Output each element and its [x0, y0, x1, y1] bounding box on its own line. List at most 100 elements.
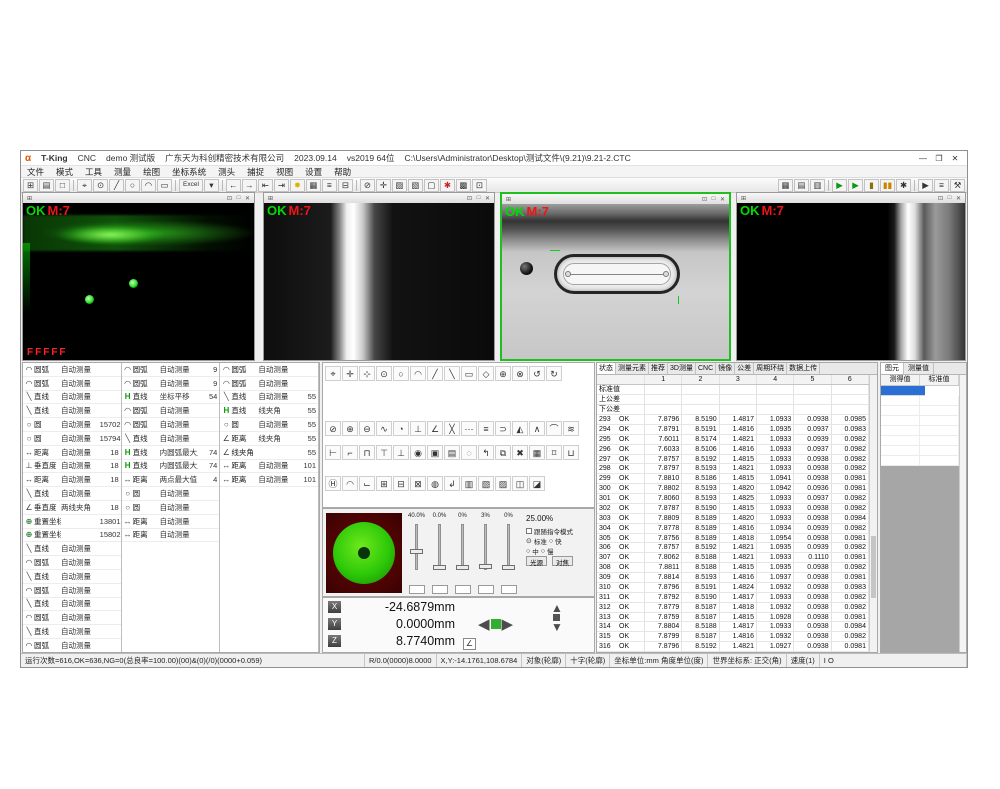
palette-tool[interactable]: ◪: [529, 476, 545, 491]
table-row[interactable]: 299OK7.88108.51861.48151.09410.09380.098…: [597, 474, 869, 484]
palette-tool[interactable]: ◇: [478, 366, 494, 381]
palette-tool[interactable]: ⌒: [546, 421, 562, 436]
palette-tool[interactable]: ⌙: [359, 476, 375, 491]
element-panel-row[interactable]: [881, 426, 959, 436]
table-row[interactable]: 314OK7.88048.51881.48171.09330.09380.098…: [597, 622, 869, 632]
zoom-fit-icon[interactable]: ⊡: [700, 196, 709, 203]
zoom-fit-icon[interactable]: ⊡: [936, 195, 945, 202]
palette-tool[interactable]: ↲: [444, 476, 460, 491]
table-tab-5[interactable]: 镜像: [716, 363, 735, 374]
slider-input[interactable]: [478, 585, 494, 594]
zoom-fit-icon[interactable]: ⊡: [465, 195, 474, 202]
panel-menu-icon[interactable]: ⊞: [25, 195, 34, 202]
measurement-list-item[interactable]: ◠圆弧自动测量: [23, 584, 121, 598]
table-row[interactable]: 298OK7.87978.51931.48211.09330.09380.098…: [597, 464, 869, 474]
table-row[interactable]: 296OK7.60338.51061.48161.09330.09370.098…: [597, 445, 869, 455]
camera-panel-3-selected[interactable]: ⊞ ⊡ □ ✕ OKM:7: [500, 192, 731, 361]
camera-panel-4[interactable]: ⊞ ⊡ □ ✕ OKM:7: [736, 192, 966, 361]
palette-tool[interactable]: ⊥: [393, 445, 409, 460]
palette-tool[interactable]: ○: [393, 366, 409, 381]
jog-slider-4[interactable]: 0%: [497, 512, 520, 596]
measurement-list-item[interactable]: ╲直线自动测量: [23, 542, 121, 556]
palette-tool[interactable]: ◠: [410, 366, 426, 381]
radio-icon[interactable]: ○: [549, 538, 553, 545]
measurement-list-item[interactable]: ↔距离自动测量18: [23, 446, 121, 460]
measurement-list-item[interactable]: ∠距离线夹角55: [220, 432, 318, 446]
run-once-button[interactable]: ▶: [832, 179, 847, 192]
measurement-list-item[interactable]: H直线内圆弧最大点74: [122, 460, 220, 474]
menu-item-10[interactable]: 帮助: [328, 166, 357, 178]
measurement-list-item[interactable]: ◠圆弧自动测量: [23, 611, 121, 625]
palette-tool[interactable]: ⋯: [461, 421, 477, 436]
restore-icon[interactable]: □: [234, 195, 243, 201]
stop-run-button[interactable]: ▮: [864, 179, 879, 192]
tab-element[interactable]: 图元: [881, 363, 904, 374]
measurement-list-item[interactable]: ◠圆弧自动测量: [23, 363, 121, 377]
jog-right-arrow-icon[interactable]: ▶: [502, 615, 514, 633]
palette-tool[interactable]: ≋: [563, 421, 579, 436]
jog-slider-1[interactable]: 0.0%: [428, 512, 451, 596]
circle-tool-button[interactable]: ○: [125, 179, 140, 192]
camera-3-image[interactable]: OKM:7: [502, 204, 729, 359]
palette-tool[interactable]: ▤: [444, 445, 460, 460]
slider-input[interactable]: [432, 585, 448, 594]
palette-tool[interactable]: ⊤: [376, 445, 392, 460]
measurement-list-item[interactable]: ∠线夹角55: [220, 446, 318, 460]
table-tab-6[interactable]: 公差: [735, 363, 754, 374]
step-forward-button[interactable]: →: [242, 179, 257, 192]
slider-track[interactable]: [461, 524, 464, 570]
pattern-a-button[interactable]: ▨: [392, 179, 407, 192]
camera-panel-1[interactable]: ⊞ ⊡ □ ✕ OKM:7 FFFFF: [22, 192, 255, 361]
table-tab-2[interactable]: 推荐: [649, 363, 668, 374]
menu-item-1[interactable]: 模式: [50, 166, 79, 178]
table-row[interactable]: 307OK7.80628.51881.48211.09330.11100.098…: [597, 553, 869, 563]
zoom-tool-button[interactable]: ⊘: [360, 179, 375, 192]
wrench-tool-button[interactable]: ⚒: [950, 179, 965, 192]
palette-tool[interactable]: ▦: [529, 445, 545, 460]
pan-view-button[interactable]: ⊞: [23, 179, 38, 192]
palette-tool[interactable]: ∠: [427, 421, 443, 436]
measurement-list-item[interactable]: H直线内圆弧最大点74: [122, 446, 220, 460]
menu-item-5[interactable]: 坐标系统: [166, 166, 212, 178]
close-icon[interactable]: ✕: [718, 196, 727, 203]
table-row[interactable]: 313OK7.87598.51871.48151.09280.09380.098…: [597, 613, 869, 623]
palette-tool[interactable]: ✛: [342, 366, 358, 381]
measurement-list-item[interactable]: ╲直线自动测量: [23, 598, 121, 612]
jog-up-arrow-icon[interactable]: ▲: [551, 603, 563, 613]
frame-tool-button[interactable]: ▢: [424, 179, 439, 192]
element-panel-row[interactable]: [881, 456, 959, 466]
jog-horizontal-arrows[interactable]: ◀ ▶: [478, 615, 513, 633]
measurement-list-item[interactable]: ◠圆弧自动测量9: [122, 377, 220, 391]
step-back-button[interactable]: ←: [226, 179, 241, 192]
slider-track[interactable]: [415, 524, 418, 570]
measurement-list-item[interactable]: ○圆自动测量: [122, 487, 220, 501]
grid-snap-button[interactable]: ▩: [456, 179, 471, 192]
menu-item-7[interactable]: 捕捉: [241, 166, 270, 178]
table-row[interactable]: 293OK7.87968.51901.48171.09330.09380.098…: [597, 415, 869, 425]
slider-input[interactable]: [501, 585, 517, 594]
measurement-list-item[interactable]: H直线坐标平移54: [122, 391, 220, 405]
slider-input[interactable]: [409, 585, 425, 594]
measurement-list-item[interactable]: ◠圆弧自动测量: [23, 556, 121, 570]
table-row[interactable]: 312OK7.87798.51871.48181.09320.09380.098…: [597, 603, 869, 613]
table-tab-7[interactable]: 周期环绕: [754, 363, 787, 374]
palette-tool[interactable]: ∧: [529, 421, 545, 436]
grid-view-button[interactable]: ▦: [306, 179, 321, 192]
palette-tool[interactable]: ⊢: [325, 445, 341, 460]
star-mark-button[interactable]: ✱: [440, 179, 455, 192]
collapse-view-button[interactable]: ⊟: [338, 179, 353, 192]
run-loop-button[interactable]: ▶: [848, 179, 863, 192]
element-panel-row[interactable]: [881, 436, 959, 446]
palette-tool[interactable]: Ⓗ: [325, 476, 341, 491]
measurement-list-item[interactable]: ⊕重置坐标系15802: [23, 529, 121, 543]
palette-tool[interactable]: ╲: [444, 366, 460, 381]
table-row[interactable]: 310OK7.87968.51911.48241.09320.09380.098…: [597, 583, 869, 593]
selected-cell[interactable]: [881, 386, 925, 396]
palette-tool[interactable]: ∿: [376, 421, 392, 436]
palette-tool[interactable]: ↺: [529, 366, 545, 381]
camera-1-image[interactable]: OKM:7 FFFFF: [23, 203, 254, 360]
measurement-list-item[interactable]: ╲直线自动测量: [23, 570, 121, 584]
measurement-list-item[interactable]: ╲直线自动测量55: [220, 391, 318, 405]
panel-menu-icon[interactable]: ⊞: [739, 195, 748, 202]
list-view-button[interactable]: ≡: [322, 179, 337, 192]
